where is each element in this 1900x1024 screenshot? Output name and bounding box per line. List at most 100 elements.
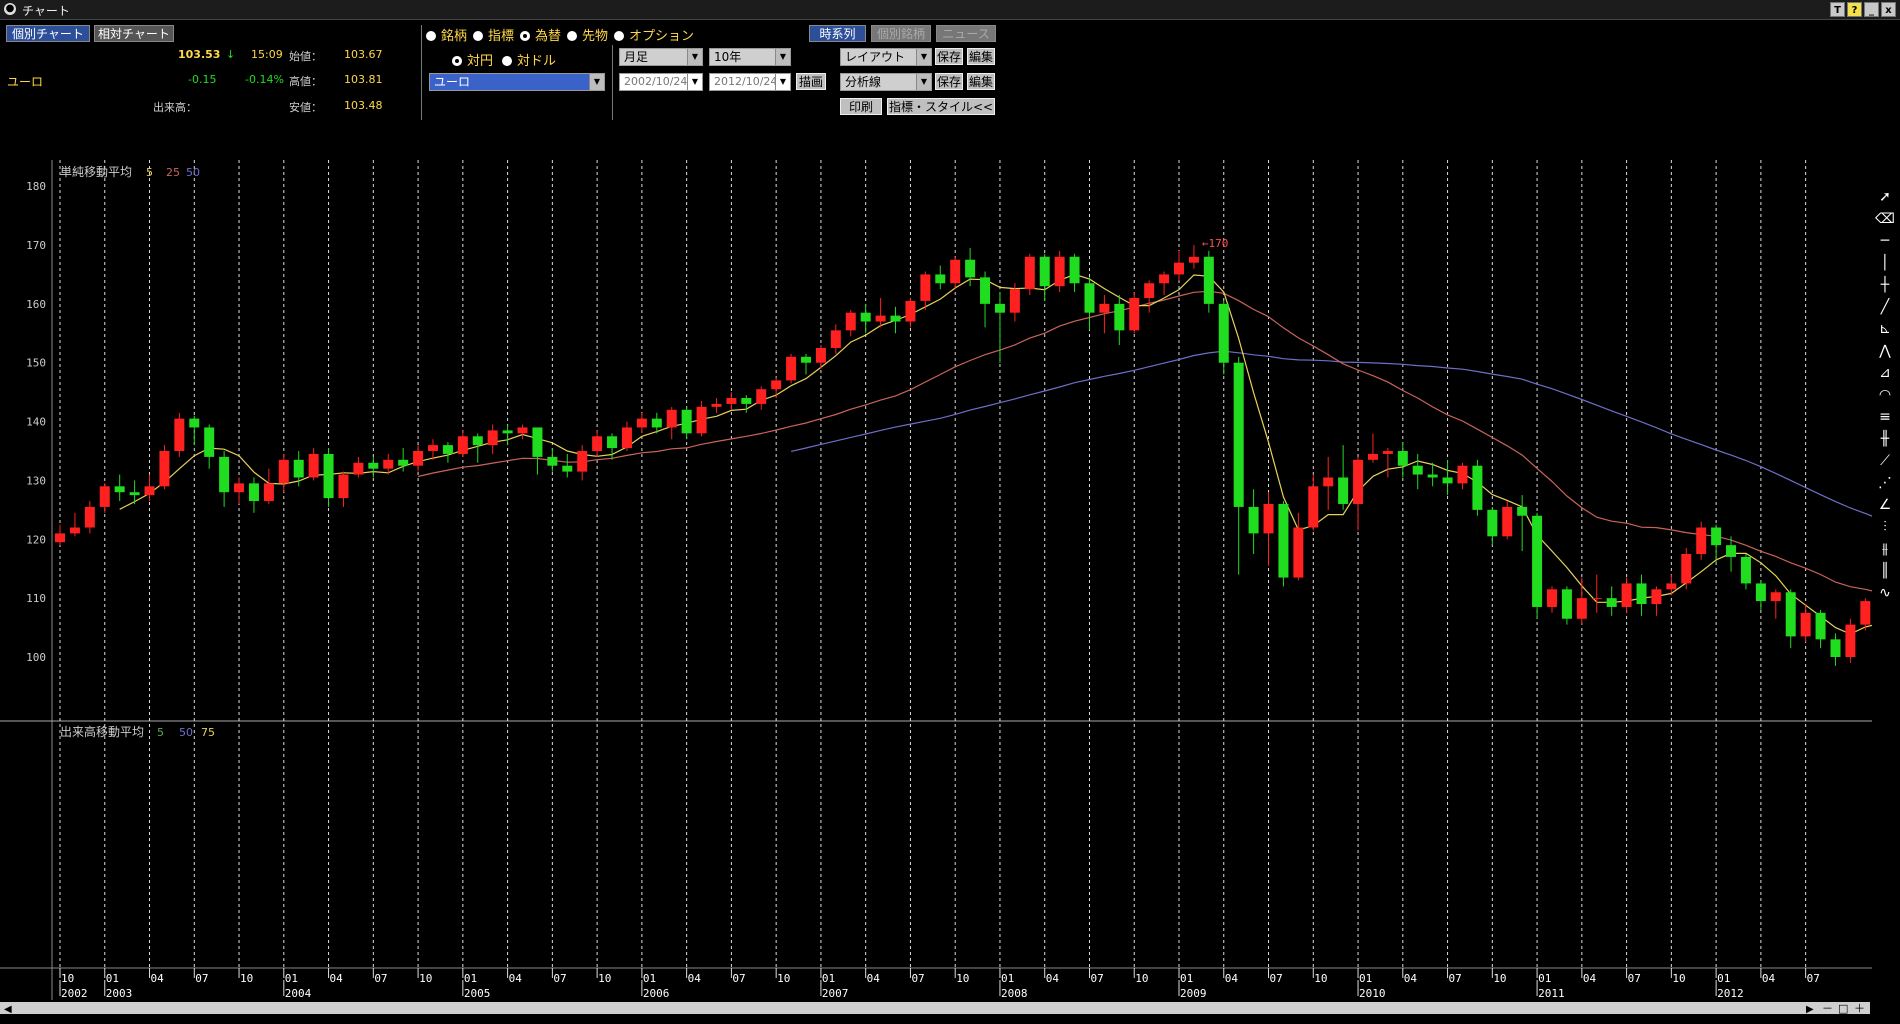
- candle-body: [1248, 506, 1259, 534]
- horizontal-scrollbar: [0, 1002, 1870, 1014]
- x-tick-label: 07: [732, 972, 745, 985]
- x-tick-label: 07: [911, 972, 924, 985]
- grid-icon[interactable]: ╫: [1874, 428, 1896, 450]
- candle-body: [1263, 503, 1274, 534]
- fib-fan-icon[interactable]: ⋀: [1874, 340, 1896, 362]
- y-tick-label: 180: [26, 180, 46, 193]
- app-icon: ●: [4, 3, 16, 15]
- layout-select[interactable]: レイアウト ▼: [840, 48, 932, 66]
- candle-body: [1069, 256, 1080, 284]
- draw-button[interactable]: 描画: [796, 73, 826, 90]
- candle-body: [1681, 554, 1692, 584]
- radio-futures[interactable]: 先物: [567, 25, 608, 44]
- x-tick-label: 07: [1807, 972, 1820, 985]
- gann-fan-icon[interactable]: ⋰: [1874, 472, 1896, 494]
- trend-line-icon[interactable]: ╱: [1874, 296, 1896, 318]
- tab-individual-chart[interactable]: 個別チャート: [6, 25, 90, 42]
- candle-body: [1800, 612, 1811, 637]
- radio-vs-dollar[interactable]: 対ドル: [502, 50, 556, 69]
- radio-vs-yen[interactable]: 対円: [452, 50, 493, 69]
- timeseries-button[interactable]: 時系列: [809, 25, 866, 42]
- arc-icon[interactable]: ◠: [1874, 384, 1896, 406]
- radio-stock[interactable]: 銘柄: [426, 25, 467, 44]
- parallel-icon[interactable]: ⫶: [1874, 516, 1896, 538]
- candle-body: [99, 486, 110, 507]
- last-price: 103.53: [178, 48, 221, 61]
- y-tick-label: 140: [26, 416, 46, 429]
- help-button[interactable]: ?: [1847, 2, 1862, 17]
- candle-body: [1159, 274, 1170, 284]
- print-button[interactable]: 印刷: [840, 98, 882, 115]
- open-value: 103.67: [344, 48, 383, 61]
- bars-icon[interactable]: ║: [1874, 560, 1896, 582]
- candle-body: [935, 274, 946, 284]
- date-to-picker[interactable]: 2012/10/24 ▼: [709, 73, 791, 91]
- eraser-icon[interactable]: ⌫: [1874, 208, 1896, 230]
- currency-pair-select[interactable]: ユーロ ▼: [429, 73, 605, 91]
- year-label: 2002: [61, 987, 88, 1000]
- candle-body: [472, 436, 483, 446]
- x-tick-label: 01: [822, 972, 835, 985]
- divider: [421, 25, 422, 120]
- candle-body: [1666, 583, 1677, 590]
- radio-fx[interactable]: 為替: [520, 25, 561, 44]
- gann-line-icon[interactable]: ⟋: [1874, 450, 1896, 472]
- tab-relative-chart[interactable]: 相対チャート: [94, 25, 174, 42]
- candle-body: [278, 459, 289, 484]
- candle-body: [651, 418, 662, 428]
- candle-body: [219, 456, 230, 493]
- candle-body: [323, 453, 334, 499]
- date-from-picker[interactable]: 2002/10/24 ▼: [619, 73, 703, 91]
- candle-body: [980, 277, 991, 304]
- candle-body: [308, 453, 319, 478]
- analysis-save-button[interactable]: 保存: [935, 73, 963, 90]
- close-button[interactable]: x: [1881, 2, 1896, 17]
- text-mode-button[interactable]: T: [1830, 2, 1845, 17]
- candle-body: [174, 418, 185, 451]
- x-tick-label: 10: [419, 972, 432, 985]
- layout-edit-button[interactable]: 編集: [967, 48, 995, 65]
- candle-body: [905, 300, 916, 322]
- zoom-out-icon: －: [1822, 1002, 1833, 1015]
- analysis-edit-button[interactable]: 編集: [967, 73, 995, 90]
- indicator-style-button[interactable]: 指標・スタイル<<: [887, 98, 995, 115]
- candle-body: [487, 430, 498, 446]
- parallel-2-icon[interactable]: ⫵: [1874, 538, 1896, 560]
- fib-ext-icon[interactable]: ⊿: [1874, 362, 1896, 384]
- cross-icon[interactable]: ┼: [1874, 274, 1896, 296]
- range-select[interactable]: 10年 ▼: [709, 48, 791, 66]
- wave-icon[interactable]: ∿: [1874, 582, 1896, 604]
- y-tick-label: 170: [26, 239, 46, 252]
- channel-icon[interactable]: ≡: [1874, 406, 1896, 428]
- candle-body: [681, 409, 692, 434]
- x-tick-label: 10: [1135, 972, 1148, 985]
- radio-index[interactable]: 指標: [473, 25, 514, 44]
- layout-save-button[interactable]: 保存: [935, 48, 963, 65]
- candle-body: [1233, 362, 1244, 507]
- angle-icon[interactable]: ∠: [1874, 494, 1896, 516]
- candle-body: [293, 459, 304, 478]
- candle-body: [845, 312, 856, 331]
- candle-body: [1561, 589, 1572, 619]
- fib-icon[interactable]: ⊾: [1874, 318, 1896, 340]
- h-line-icon[interactable]: ─: [1874, 230, 1896, 252]
- price-chart[interactable]: 10 01 04 07 10 01 04 07 10 01 04 07 10 01 04 07 10 01 04 07…: [0, 160, 1872, 1024]
- candle-body: [965, 259, 976, 278]
- price-legend-label: 単純移動平均: [60, 165, 132, 179]
- candle-body: [1024, 256, 1035, 290]
- v-line-icon[interactable]: │: [1874, 252, 1896, 274]
- analysis-line-select[interactable]: 分析線 ▼: [840, 73, 932, 91]
- candle-body: [189, 418, 200, 428]
- period-select[interactable]: 月足 ▼: [619, 48, 703, 66]
- arrow-icon[interactable]: ➚: [1874, 186, 1896, 208]
- x-tick-label: 04: [1046, 972, 1060, 985]
- x-tick-label: 04: [1225, 972, 1239, 985]
- x-tick-label: 01: [464, 972, 477, 985]
- low-value: 103.48: [344, 99, 383, 112]
- candle-body: [1651, 589, 1662, 605]
- x-tick-label: 04: [1583, 972, 1597, 985]
- candle-body: [771, 380, 782, 390]
- radio-options[interactable]: オプション: [614, 25, 694, 44]
- minimize-button[interactable]: _: [1864, 2, 1879, 17]
- x-tick-label: 07: [195, 972, 208, 985]
